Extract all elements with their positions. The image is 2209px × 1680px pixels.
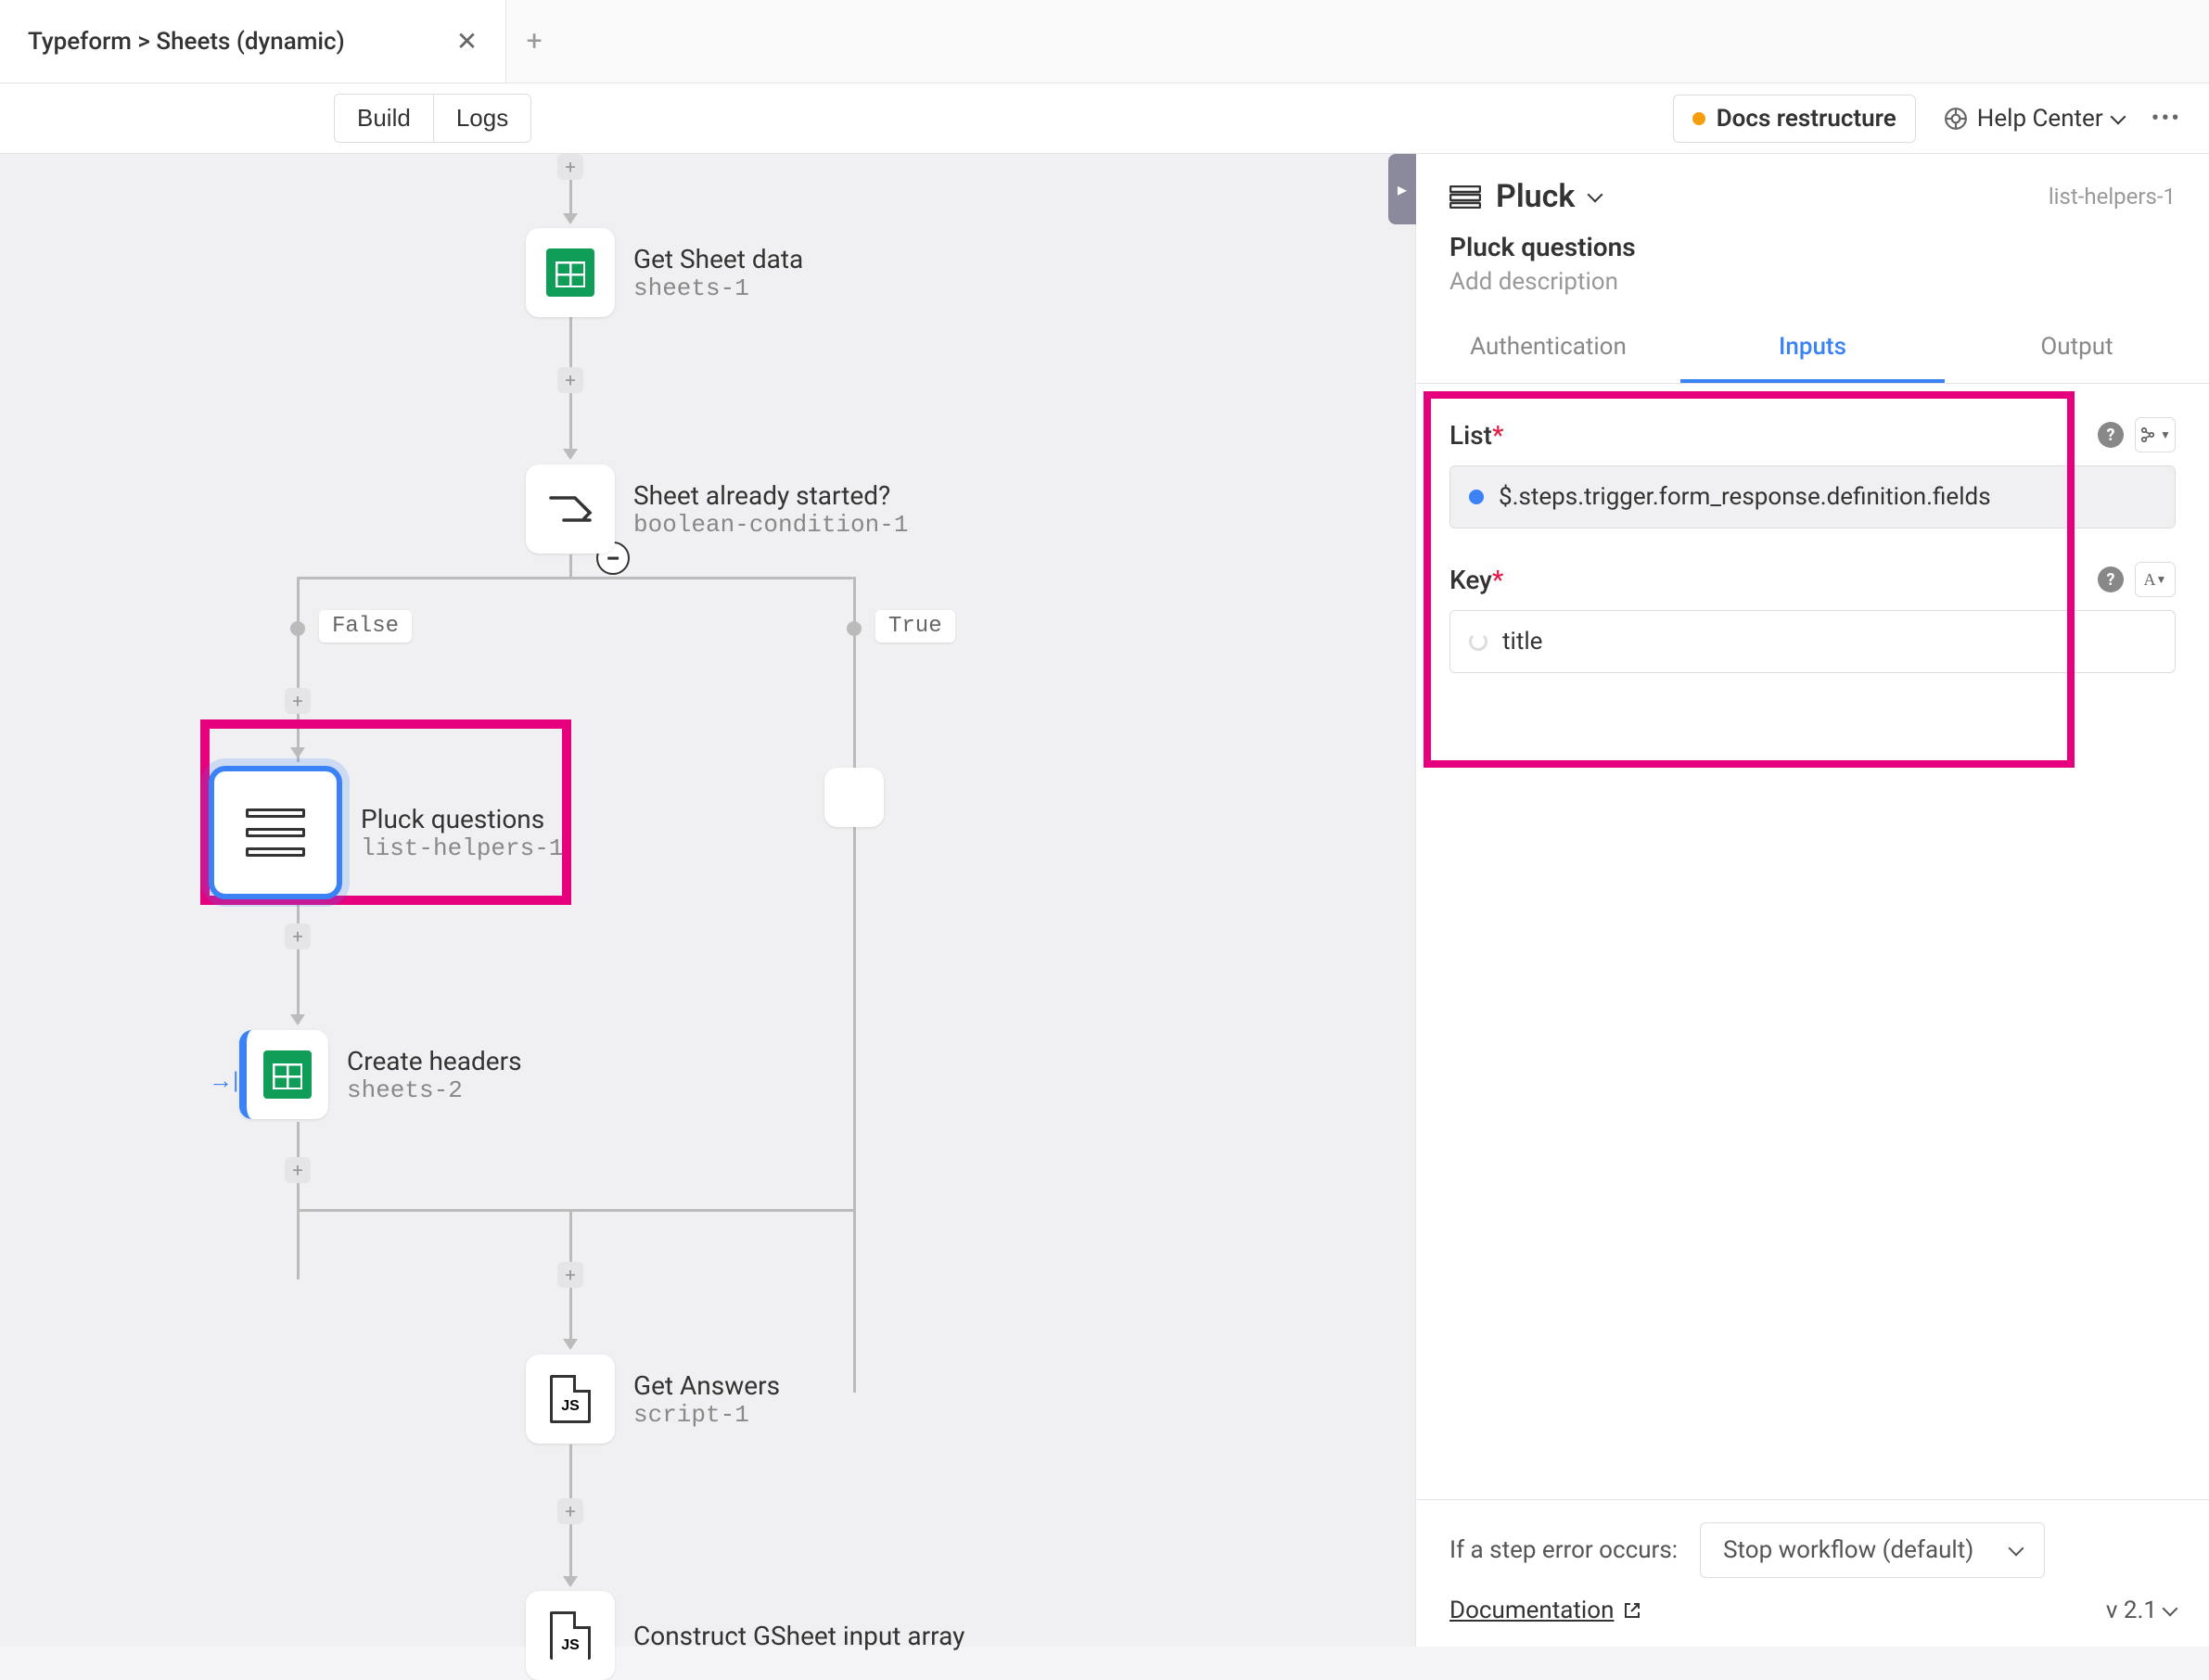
list-field-label: List* xyxy=(1449,420,1503,451)
help-center-button[interactable]: Help Center xyxy=(1944,105,2124,133)
connector xyxy=(569,554,572,579)
chevron-down-icon xyxy=(2009,1541,2024,1557)
add-step-button[interactable]: + xyxy=(285,1157,311,1183)
field-type-button[interactable]: ▼ xyxy=(2135,417,2176,452)
node-title: Create headers xyxy=(347,1046,522,1076)
docs-label: Docs restructure xyxy=(1717,105,1896,133)
help-icon[interactable]: ? xyxy=(2098,422,2124,448)
branch-dot-icon xyxy=(290,621,305,636)
chevron-down-icon xyxy=(1588,187,1603,203)
panel-title-text: Pluck xyxy=(1496,178,1575,215)
workflow-canvas[interactable]: + + − False True + + + + xyxy=(0,154,1415,1647)
version-selector[interactable]: v 2.1 xyxy=(2106,1597,2176,1624)
workflow-node-get-sheet-data[interactable]: Get Sheet data sheets-1 xyxy=(526,228,803,317)
help-icon xyxy=(1944,107,1968,131)
toolbar: Build Logs Docs restructure Help Center … xyxy=(0,83,2209,154)
logs-tab[interactable]: Logs xyxy=(434,94,531,143)
help-icon[interactable]: ? xyxy=(2098,566,2124,592)
arrow-icon xyxy=(563,213,578,224)
node-title: Get Sheet data xyxy=(633,244,803,274)
add-step-button[interactable]: + xyxy=(557,1262,583,1288)
node-id: script-1 xyxy=(633,1401,780,1429)
documentation-link[interactable]: Documentation xyxy=(1449,1597,1641,1624)
node-id: list-helpers-1 xyxy=(361,834,563,862)
panel-step-id: list-helpers-1 xyxy=(2049,184,2176,210)
details-panel: ▸ Pluck list-helpers-1 Pluck questions A… xyxy=(1415,154,2209,1647)
help-label: Help Center xyxy=(1977,105,2103,133)
data-indicator-icon xyxy=(1469,490,1484,504)
list-input-field[interactable]: $.steps.trigger.form_response.definition… xyxy=(1449,465,2176,528)
tab-authentication[interactable]: Authentication xyxy=(1416,314,1680,383)
spinner-icon xyxy=(1469,632,1488,651)
add-step-button[interactable]: + xyxy=(285,923,311,949)
connector xyxy=(297,577,853,579)
key-field-label: Key* xyxy=(1449,565,1503,595)
add-tab-button[interactable]: + xyxy=(506,0,562,83)
add-step-button[interactable]: + xyxy=(557,367,583,393)
arrow-icon xyxy=(290,1014,305,1025)
branch-false-label: False xyxy=(319,610,412,643)
script-icon xyxy=(526,1591,615,1680)
key-input-field[interactable]: title xyxy=(1449,610,2176,673)
key-field-value: title xyxy=(1502,628,2156,655)
workflow-node-create-headers[interactable]: Create headers sheets-2 xyxy=(239,1030,522,1119)
branch-true-label: True xyxy=(875,610,955,643)
add-step-button[interactable]: + xyxy=(557,154,583,180)
workflow-node-branch[interactable]: Sheet already started? boolean-condition… xyxy=(526,465,908,554)
sheets-icon xyxy=(526,228,615,317)
script-icon xyxy=(526,1355,615,1444)
node-title: Get Answers xyxy=(633,1370,780,1401)
panel-description[interactable]: Add description xyxy=(1449,268,2176,296)
connector xyxy=(853,577,856,1393)
branch-dot-icon xyxy=(847,621,862,636)
error-handling-select[interactable]: Stop workflow (default) xyxy=(1700,1522,2045,1578)
close-icon[interactable]: ✕ xyxy=(456,26,478,57)
more-menu-button[interactable]: ••• xyxy=(2152,105,2181,133)
list-icon xyxy=(209,766,342,899)
node-id: sheets-2 xyxy=(347,1076,522,1104)
sheets-icon xyxy=(239,1030,328,1119)
external-link-icon xyxy=(1623,1601,1641,1620)
chevron-down-icon xyxy=(2163,1601,2178,1617)
workflow-node-blank[interactable] xyxy=(824,768,884,827)
branch-icon xyxy=(526,465,615,554)
connector xyxy=(569,180,572,217)
arrow-icon xyxy=(563,449,578,460)
workflow-node-pluck-questions[interactable]: Pluck questions list-helpers-1 xyxy=(209,766,563,899)
tab-bar: Typeform > Sheets (dynamic) ✕ + xyxy=(0,0,2209,83)
blank-icon xyxy=(824,768,884,827)
arrow-icon xyxy=(563,1576,578,1587)
panel-tabs: Authentication Inputs Output xyxy=(1416,314,2209,384)
build-tab[interactable]: Build xyxy=(334,94,434,143)
node-title: Pluck questions xyxy=(361,804,563,834)
collapse-panel-button[interactable]: ▸ xyxy=(1388,154,1416,224)
add-step-button[interactable]: + xyxy=(285,688,311,714)
status-dot-icon xyxy=(1692,112,1705,125)
list-field-value: $.steps.trigger.form_response.definition… xyxy=(1499,483,2156,511)
tab-title: Typeform > Sheets (dynamic) xyxy=(28,28,345,56)
input-arrow-icon: →| xyxy=(209,1066,238,1095)
panel-title[interactable]: Pluck xyxy=(1449,178,1601,215)
connector xyxy=(297,1209,853,1212)
node-id: sheets-1 xyxy=(633,274,803,302)
tab-output[interactable]: Output xyxy=(1945,314,2209,383)
error-select-value: Stop workflow (default) xyxy=(1723,1536,1973,1564)
active-tab[interactable]: Typeform > Sheets (dynamic) ✕ xyxy=(0,0,506,83)
node-title: Sheet already started? xyxy=(633,480,908,511)
panel-subtitle[interactable]: Pluck questions xyxy=(1449,232,2176,262)
chevron-down-icon xyxy=(2110,108,2126,124)
workflow-node-construct-array[interactable]: Construct GSheet input array xyxy=(526,1591,964,1680)
error-handling-label: If a step error occurs: xyxy=(1449,1536,1678,1564)
tab-inputs[interactable]: Inputs xyxy=(1680,314,1945,383)
view-toggle: Build Logs xyxy=(334,94,531,143)
node-id: boolean-condition-1 xyxy=(633,511,908,539)
list-icon xyxy=(1449,185,1481,209)
connector xyxy=(297,1122,300,1279)
workflow-node-get-answers[interactable]: Get Answers script-1 xyxy=(526,1355,780,1444)
add-step-button[interactable]: + xyxy=(557,1498,583,1524)
arrow-icon xyxy=(563,1339,578,1350)
docs-restructure-button[interactable]: Docs restructure xyxy=(1673,95,1916,143)
field-type-button[interactable]: A ▼ xyxy=(2135,562,2176,597)
